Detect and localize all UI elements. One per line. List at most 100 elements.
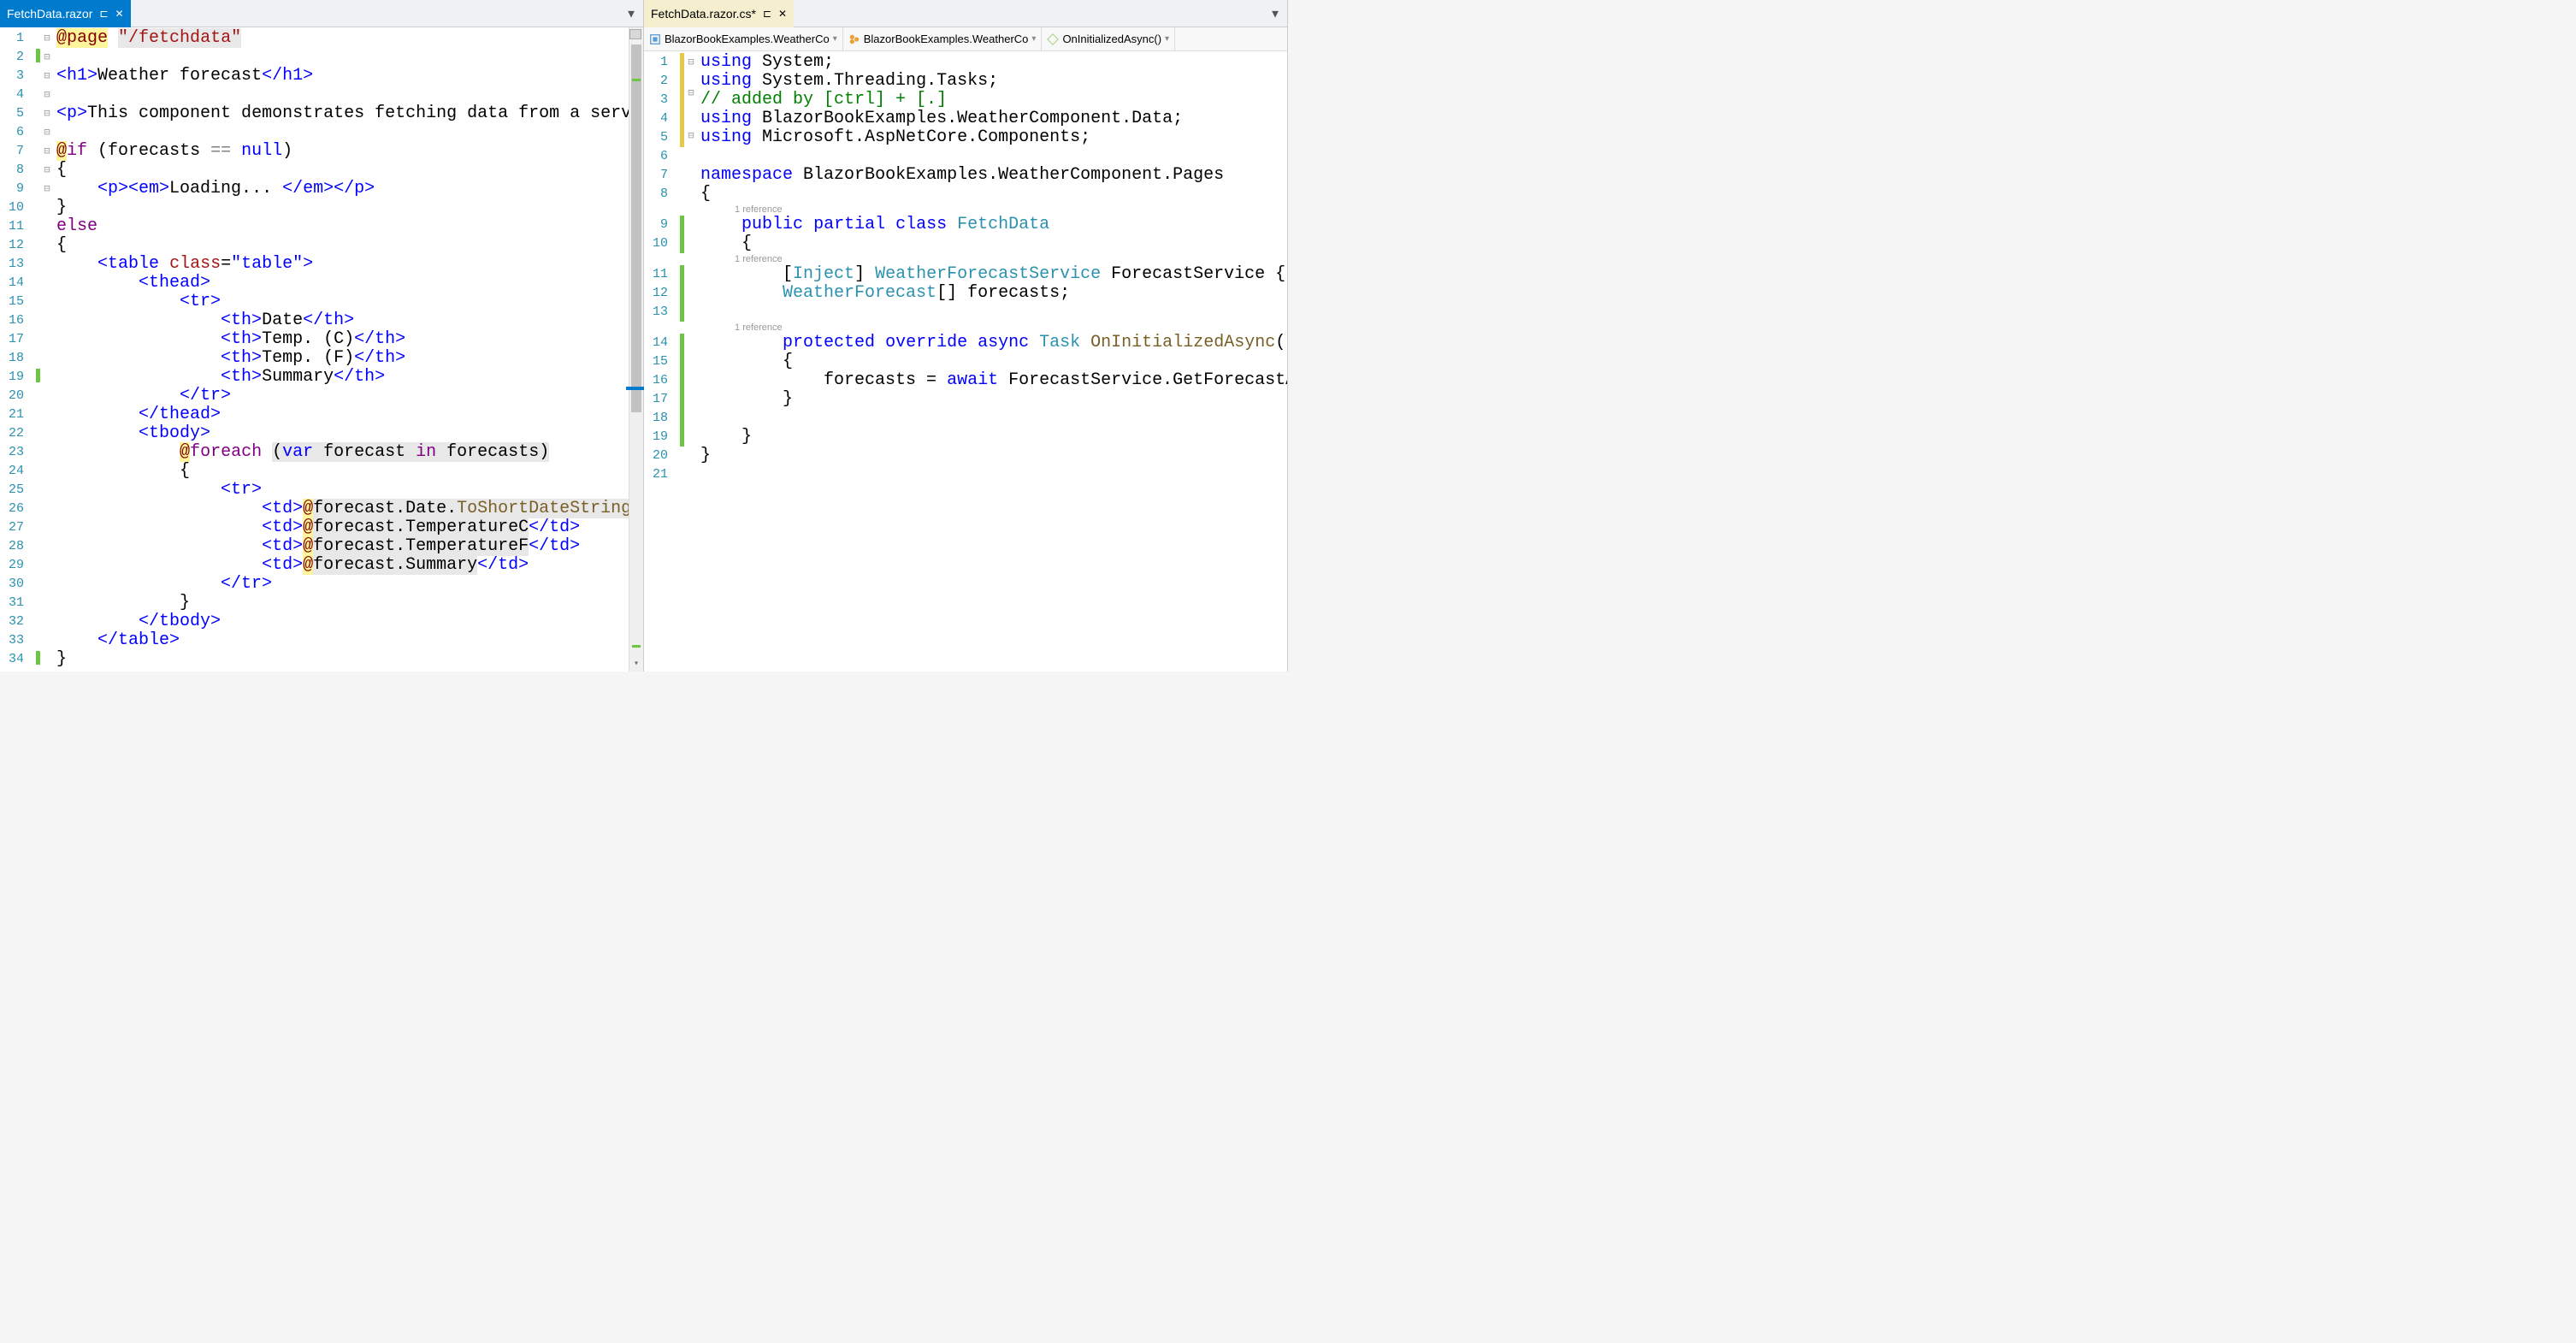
code-line[interactable]: [700, 465, 1287, 484]
breadcrumb-namespace[interactable]: BlazorBookExamples.WeatherCo ▾: [644, 27, 843, 50]
code-line[interactable]: WeatherForecast[] forecasts;: [700, 284, 1287, 303]
close-icon[interactable]: ✕: [115, 8, 123, 20]
code-line[interactable]: [700, 303, 1287, 322]
code-line[interactable]: {: [56, 236, 643, 255]
code-line[interactable]: using System.Threading.Tasks;: [700, 72, 1287, 91]
pin-icon[interactable]: ⊏: [763, 8, 771, 20]
code-line[interactable]: </tr>: [56, 387, 643, 405]
breadcrumb-method[interactable]: OnInitializedAsync() ▾: [1042, 27, 1175, 50]
code-line[interactable]: // added by [ctrl] + [.]: [700, 91, 1287, 109]
namespace-icon: [649, 33, 661, 45]
fold-toggle-icon[interactable]: ⊟: [41, 48, 53, 67]
code-line[interactable]: @foreach (var forecast in forecasts): [56, 443, 643, 462]
chevron-down-icon: ▾: [1031, 34, 1036, 44]
fold-toggle-icon[interactable]: ⊟: [685, 84, 697, 103]
line-number: 29: [9, 556, 24, 575]
fold-toggle-icon[interactable]: ⊟: [685, 127, 697, 145]
code-line[interactable]: <td>@forecast.Date.ToShortDateString()</…: [56, 500, 643, 518]
code-line[interactable]: }: [700, 390, 1287, 409]
line-number: 30: [9, 575, 24, 594]
code-line[interactable]: else: [56, 217, 643, 236]
code-line[interactable]: </thead>: [56, 405, 643, 424]
code-line[interactable]: }: [56, 594, 643, 612]
code-line[interactable]: @if (forecasts == null): [56, 142, 643, 161]
code-line[interactable]: <td>@forecast.TemperatureC</td>: [56, 518, 643, 537]
code-line[interactable]: </table>: [56, 631, 643, 650]
code-line[interactable]: <td>@forecast.Summary</td>: [56, 556, 643, 575]
left-editor-body[interactable]: 1234567891011121314151617181920212223242…: [0, 27, 643, 672]
code-line[interactable]: {: [700, 185, 1287, 204]
code-area[interactable]: @page "/fetchdata" <h1>Weather forecast</…: [53, 27, 643, 672]
pin-icon[interactable]: ⊏: [99, 8, 108, 20]
code-line[interactable]: <thead>: [56, 274, 643, 293]
code-line[interactable]: }: [56, 198, 643, 217]
code-line[interactable]: <tbody>: [56, 424, 643, 443]
fold-toggle-icon[interactable]: ⊟: [41, 86, 53, 104]
fold-gutter[interactable]: ⊟⊟⊟⊟⊟⊟⊟⊟⊟: [41, 27, 53, 672]
code-line[interactable]: <th>Summary</th>: [56, 368, 643, 387]
fold-toggle-icon[interactable]: ⊟: [41, 161, 53, 180]
code-line[interactable]: }: [700, 447, 1287, 465]
line-number: 4: [653, 109, 668, 128]
line-number: 10: [9, 198, 24, 217]
code-line[interactable]: {: [56, 462, 643, 481]
code-line[interactable]: </tbody>: [56, 612, 643, 631]
code-line[interactable]: namespace BlazorBookExamples.WeatherComp…: [700, 166, 1287, 185]
split-handle[interactable]: [629, 29, 641, 39]
code-line[interactable]: <th>Date</th>: [56, 311, 643, 330]
code-line[interactable]: using BlazorBookExamples.WeatherComponen…: [700, 109, 1287, 128]
code-line[interactable]: public partial class FetchData: [700, 216, 1287, 234]
code-line[interactable]: <p>This component demonstrates fetching …: [56, 104, 643, 123]
code-line[interactable]: using Microsoft.AspNetCore.Components;: [700, 128, 1287, 147]
tab-fetchdata-razor[interactable]: FetchData.razor ⊏ ✕: [0, 0, 131, 27]
code-line[interactable]: @page "/fetchdata": [56, 29, 643, 48]
fold-toggle-icon[interactable]: ⊟: [685, 53, 697, 72]
code-line[interactable]: </tr>: [56, 575, 643, 594]
code-line[interactable]: {: [700, 234, 1287, 253]
code-line[interactable]: [700, 147, 1287, 166]
code-line[interactable]: using System;: [700, 53, 1287, 72]
change-mark: [680, 409, 684, 428]
code-line[interactable]: <table class="table">: [56, 255, 643, 274]
fold-toggle-icon[interactable]: ⊟: [41, 104, 53, 123]
change-mark: [680, 216, 684, 234]
line-number: 10: [653, 234, 668, 253]
right-tab-bar: FetchData.razor.cs* ⊏ ✕ ▾: [644, 0, 1287, 27]
fold-gutter[interactable]: ⊟ ⊟ ⊟: [685, 51, 697, 672]
code-line[interactable]: <h1>Weather forecast</h1>: [56, 67, 643, 86]
fold-toggle-icon[interactable]: ⊟: [41, 29, 53, 48]
codelens-reference[interactable]: 1 reference: [700, 204, 1287, 216]
code-line[interactable]: <th>Temp. (F)</th>: [56, 349, 643, 368]
vertical-scrollbar[interactable]: ▴ ▾: [629, 27, 643, 672]
code-area[interactable]: using System;using System.Threading.Task…: [697, 51, 1287, 672]
code-line[interactable]: [56, 123, 643, 142]
code-line[interactable]: [Inject] WeatherForecastService Forecast…: [700, 265, 1287, 284]
code-line[interactable]: <td>@forecast.TemperatureF</td>: [56, 537, 643, 556]
code-line[interactable]: {: [700, 352, 1287, 371]
code-line[interactable]: }: [56, 650, 643, 669]
fold-toggle-icon[interactable]: ⊟: [41, 142, 53, 161]
right-editor-body[interactable]: 123456789101112131415161718192021 ⊟⊟⊟ us…: [644, 51, 1287, 672]
code-line[interactable]: <th>Temp. (C)</th>: [56, 330, 643, 349]
code-line[interactable]: [700, 409, 1287, 428]
code-line[interactable]: forecasts = await ForecastService.GetFor…: [700, 371, 1287, 390]
code-line[interactable]: <tr>: [56, 293, 643, 311]
tab-fetchdata-razor-cs[interactable]: FetchData.razor.cs* ⊏ ✕: [644, 0, 794, 27]
code-line[interactable]: [56, 86, 643, 104]
code-line[interactable]: <tr>: [56, 481, 643, 500]
close-icon[interactable]: ✕: [778, 8, 787, 20]
fold-toggle-icon[interactable]: ⊟: [41, 123, 53, 142]
tab-overflow-dropdown[interactable]: ▾: [1263, 3, 1287, 25]
codelens-reference[interactable]: 1 reference: [700, 253, 1287, 265]
code-line[interactable]: }: [700, 428, 1287, 447]
code-line[interactable]: [56, 48, 643, 67]
code-line[interactable]: protected override async Task OnInitiali…: [700, 334, 1287, 352]
tab-overflow-dropdown[interactable]: ▾: [619, 3, 643, 25]
codelens-reference[interactable]: 1 reference: [700, 322, 1287, 334]
breadcrumb-class[interactable]: BlazorBookExamples.WeatherCo ▾: [843, 27, 1043, 50]
code-line[interactable]: <p><em>Loading... </em></p>: [56, 180, 643, 198]
fold-toggle-icon[interactable]: ⊟: [41, 180, 53, 198]
fold-toggle-icon[interactable]: ⊟: [41, 67, 53, 86]
scroll-down-icon[interactable]: ▾: [629, 657, 643, 672]
code-line[interactable]: {: [56, 161, 643, 180]
